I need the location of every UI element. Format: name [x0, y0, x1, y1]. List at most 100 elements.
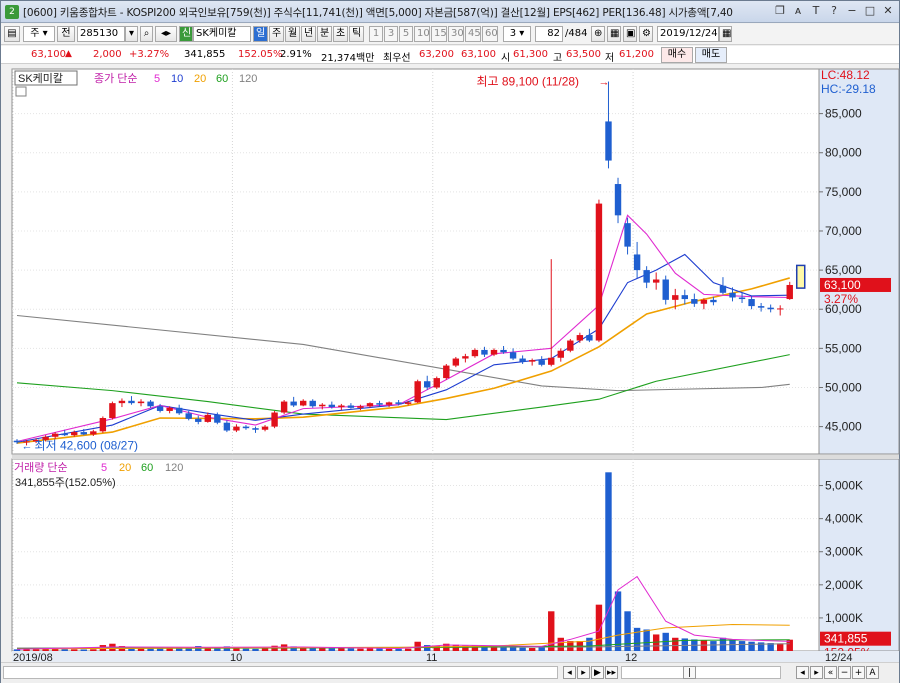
search-icon[interactable]: ⌕ [140, 26, 153, 42]
prev-button[interactable]: 전 [57, 26, 75, 42]
settings-icon[interactable]: ⚙ [639, 26, 653, 42]
open-label: 시 [501, 53, 511, 64]
candle-body [452, 358, 460, 366]
calendar-icon[interactable]: ▦ [719, 26, 732, 42]
volume-bar [261, 648, 269, 651]
candle-body [777, 308, 784, 310]
chart-window: 2 [0600] 키움종합차트 - KOSPI200 외국인보유[759(천)]… [0, 0, 900, 683]
candle-body [481, 349, 488, 355]
tab-day[interactable]: 일 [253, 26, 268, 42]
save-icon[interactable]: ▣ [623, 26, 637, 42]
close-icon[interactable]: ✕ [881, 4, 895, 18]
print-icon[interactable]: T [809, 4, 823, 18]
help-icon[interactable]: ? [827, 4, 841, 18]
data-count-input[interactable]: 82 [535, 26, 563, 42]
candle-body [338, 405, 345, 408]
scroll-track[interactable] [3, 666, 558, 679]
interval-button[interactable]: 45 [465, 26, 481, 42]
interval-button[interactable]: 3 [384, 26, 398, 42]
volume-bar [710, 641, 717, 651]
interval-button[interactable]: 60 [482, 26, 498, 42]
best-bid: 63,100 [461, 49, 496, 60]
scroll-right-icon[interactable]: ▸ [577, 666, 590, 679]
change-percent: +3.27% [129, 49, 170, 60]
grid-icon[interactable]: ▦ [607, 26, 621, 42]
chart-area[interactable]: 45,000 50,000 55,000 60,000 65,000 70,000 75,0… [1, 65, 900, 665]
window-title: [0600] 키움종합차트 - KOSPI200 외국인보유[759(천)] 주… [23, 7, 733, 19]
candle-body [137, 401, 145, 404]
chart-scrollbar[interactable]: ◂ ▸ ▶ ▸▸ | ◂ ▸ « − + A [1, 662, 899, 683]
candle-body [300, 400, 307, 406]
tab-minute[interactable]: 분 [317, 26, 332, 42]
list-icon[interactable] [15, 86, 27, 97]
sell-button[interactable]: 매도 [695, 47, 727, 63]
interval-button[interactable]: 15 [431, 26, 447, 42]
tab-month[interactable]: 월 [285, 26, 300, 42]
candle-body [471, 349, 479, 357]
auto-scale-icon[interactable]: A [866, 666, 879, 679]
volume-bar [729, 640, 736, 651]
candle-body [595, 203, 603, 341]
zoom-track[interactable] [621, 666, 781, 679]
volume-bar [376, 648, 383, 651]
volume-bar [557, 637, 564, 651]
zoom-in-icon[interactable]: ⊕ [591, 26, 605, 42]
current-change-pct: 3.27% [824, 292, 858, 306]
tab-tick[interactable]: 틱 [349, 26, 364, 42]
high-price: 63,500 [566, 49, 601, 60]
interval-button[interactable]: 30 [448, 26, 464, 42]
open-price: 61,300 [513, 49, 548, 60]
candle-body [633, 254, 641, 271]
buy-button[interactable]: 매수 [661, 47, 693, 63]
candle-body [13, 440, 21, 443]
tab-year[interactable]: 년 [301, 26, 316, 42]
move-right-icon[interactable]: ▸ [810, 666, 823, 679]
code-dropdown-icon[interactable]: ▾ [125, 26, 138, 42]
candle-body [261, 426, 269, 430]
interval-button[interactable]: 1 [369, 26, 383, 42]
stock-code-input[interactable]: 285130 [77, 26, 125, 42]
period-mode-select[interactable]: 주 ▾ [23, 26, 55, 42]
candle-body [128, 400, 135, 404]
volume-bar [595, 604, 603, 651]
stock-chart-svg[interactable]: 45,00050,00055,00060,00065,00070,00075,0… [1, 65, 900, 665]
price-legend-ma: 20 [194, 73, 206, 85]
tab-week[interactable]: 주 [269, 26, 284, 42]
interval-button[interactable]: 5 [399, 26, 413, 42]
low-label: 저 [605, 53, 615, 64]
candle-body [90, 431, 97, 435]
candle-body [61, 433, 68, 436]
fast-forward-icon[interactable]: ▸▸ [605, 666, 618, 679]
font-size-icon[interactable]: ᴀ [791, 4, 805, 18]
new-listing-badge: 신 [179, 26, 193, 42]
volume-panel[interactable] [11, 458, 820, 652]
minimize-icon[interactable]: − [845, 4, 859, 18]
candle-body [109, 403, 116, 419]
move-left-icon[interactable]: ◂ [796, 666, 809, 679]
play-icon[interactable]: ▶ [591, 666, 604, 679]
price-tick-label: 65,000 [825, 263, 862, 277]
interval-button[interactable]: 10 [414, 26, 430, 42]
restore-icon[interactable]: ❐ [773, 4, 787, 18]
date-input[interactable]: 2019/12/24 [657, 26, 719, 42]
tab-second[interactable]: 초 [333, 26, 348, 42]
sound-icon[interactable]: ◂▸ [155, 26, 177, 42]
price-legend-ma: 10 [171, 73, 183, 85]
price-tick-label: 85,000 [825, 107, 862, 121]
expand-icon[interactable]: « [824, 666, 837, 679]
scroll-left-icon[interactable]: ◂ [563, 666, 576, 679]
candle-body [71, 432, 78, 436]
zoom-plus-icon[interactable]: + [852, 666, 865, 679]
candle-body [729, 292, 736, 298]
menu-icon[interactable]: ▤ [4, 26, 20, 42]
volume-bar [319, 648, 326, 651]
volume-bar [605, 472, 612, 651]
candle-body [366, 403, 374, 407]
zoom-thumb-icon[interactable]: | [683, 666, 696, 679]
shrink-icon[interactable]: − [838, 666, 851, 679]
candle-body [204, 414, 211, 422]
panel-splitter[interactable] [12, 455, 899, 459]
maximize-icon[interactable]: □ [863, 4, 877, 18]
interval-select[interactable]: 3 ▾ [503, 26, 531, 42]
price-tick-label: 45,000 [825, 420, 862, 434]
